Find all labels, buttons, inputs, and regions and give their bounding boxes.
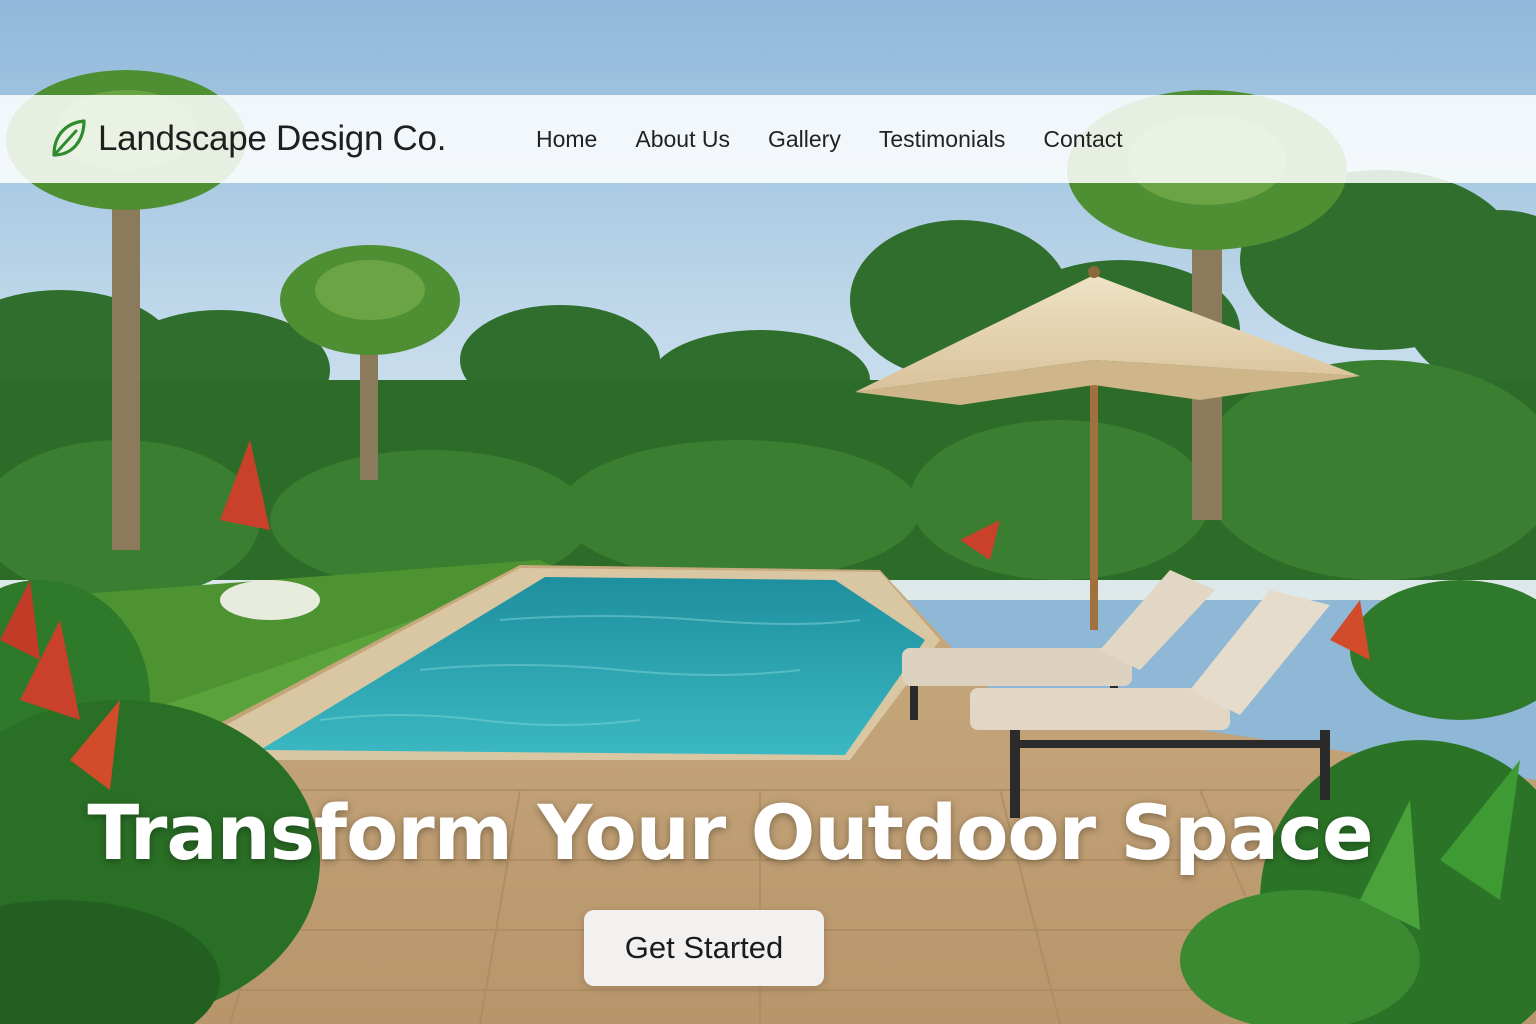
nav-link-gallery[interactable]: Gallery <box>768 126 841 153</box>
hero-headline: Transform Your Outdoor Space <box>87 788 1373 877</box>
nav-link-about-us[interactable]: About Us <box>635 126 730 153</box>
nav-link-contact[interactable]: Contact <box>1043 126 1122 153</box>
brand[interactable]: Landscape Design Co. <box>48 95 446 183</box>
nav-link-home[interactable]: Home <box>536 126 597 153</box>
leaf-icon <box>48 117 88 161</box>
get-started-button[interactable]: Get Started <box>584 910 824 986</box>
nav-link-testimonials[interactable]: Testimonials <box>879 126 1006 153</box>
nav-menu: Home About Us Gallery Testimonials Conta… <box>536 95 1123 183</box>
brand-name: Landscape Design Co. <box>98 119 447 158</box>
navbar: Landscape Design Co. Home About Us Galle… <box>0 95 1536 183</box>
hero-section: Landscape Design Co. Home About Us Galle… <box>0 0 1536 1024</box>
